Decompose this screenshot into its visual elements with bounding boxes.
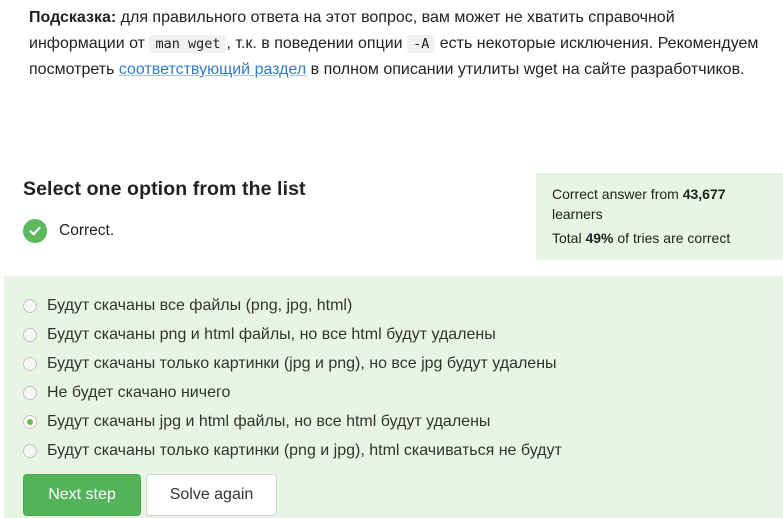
solve-again-button[interactable]: Solve again bbox=[146, 474, 277, 516]
radio-button[interactable] bbox=[23, 327, 37, 342]
option-item[interactable]: Будут скачаны все файлы (png, jpg, html) bbox=[23, 291, 562, 320]
radio-button[interactable] bbox=[23, 356, 37, 371]
hint-label: Подсказка: bbox=[29, 9, 117, 26]
answer-status: Correct. bbox=[23, 219, 114, 243]
radio-dot-icon bbox=[27, 418, 33, 425]
radio-button[interactable] bbox=[23, 385, 37, 400]
radio-button[interactable] bbox=[23, 298, 37, 313]
option-label: Будут скачаны jpg и html файлы, но все h… bbox=[47, 412, 491, 430]
stats-total-tries: Total 49% of tries are correct bbox=[552, 228, 769, 248]
hint-text-4: в полном описании утилиты wget на сайте … bbox=[306, 61, 745, 78]
radio-button[interactable] bbox=[23, 443, 37, 458]
stats-learners-suffix: learners bbox=[552, 206, 603, 222]
option-label: Будут скачаны все файлы (png, jpg, html) bbox=[47, 296, 353, 314]
option-item[interactable]: Будут скачаны jpg и html файлы, но все h… bbox=[23, 407, 562, 436]
option-item[interactable]: Не будет скачано ничего bbox=[23, 378, 562, 407]
checkmark-icon bbox=[29, 226, 41, 236]
stats-total-suffix: of tries are correct bbox=[613, 230, 731, 246]
option-label: Будут скачаны только картинки (png и jpg… bbox=[47, 441, 562, 459]
radio-selected[interactable] bbox=[23, 414, 37, 429]
stats-panel: Correct answer from 43,677 learners Tota… bbox=[536, 173, 783, 260]
docs-section-link[interactable]: соответствующий раздел bbox=[119, 61, 306, 78]
correct-percent: 49% bbox=[585, 230, 614, 246]
option-item[interactable]: Будут скачаны только картинки (png и jpg… bbox=[23, 436, 562, 465]
option-item[interactable]: Будут скачаны только картинки (jpg и png… bbox=[23, 349, 562, 378]
hint-text-2: , т.к. в поведении опции bbox=[226, 34, 408, 52]
option-label: Будут скачаны png и html файлы, но все h… bbox=[47, 325, 496, 343]
code-option-a: -A bbox=[407, 34, 436, 53]
stats-total-prefix: Total bbox=[552, 230, 586, 246]
step-page: Подсказка: для правильного ответа на это… bbox=[0, 0, 783, 518]
stats-correct-answers: Correct answer from 43,677 learners bbox=[552, 184, 769, 224]
quiz-heading: Select one option from the list bbox=[23, 178, 306, 200]
learners-count: 43,677 bbox=[682, 186, 726, 202]
option-item[interactable]: Будут скачаны png и html файлы, но все h… bbox=[23, 320, 562, 349]
option-label: Не будет скачано ничего bbox=[47, 383, 231, 401]
options-list: Будут скачаны все файлы (png, jpg, html)… bbox=[23, 291, 562, 465]
hint-paragraph: Подсказка: для правильного ответа на это… bbox=[29, 5, 769, 83]
next-step-button[interactable]: Next step bbox=[23, 474, 141, 516]
stats-answer-prefix: Correct answer from bbox=[552, 186, 683, 202]
status-text: Correct. bbox=[59, 222, 115, 239]
option-label: Будут скачаны только картинки (jpg и png… bbox=[47, 354, 557, 372]
check-circle-icon bbox=[23, 219, 47, 243]
code-man-wget: man wget bbox=[149, 34, 227, 53]
